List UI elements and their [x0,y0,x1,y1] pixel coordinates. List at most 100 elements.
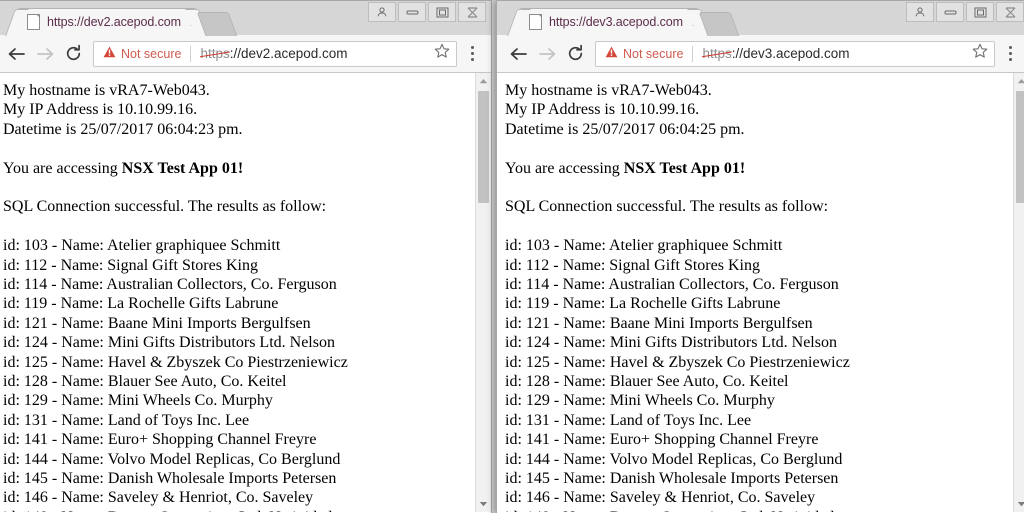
ip-line: My IP Address is 10.10.99.16. [505,101,700,119]
record-row: id: 119 - Name: La Rochelle Gifts Labrun… [3,295,279,313]
restore-maximize-button[interactable] [428,2,456,22]
profile-icon-button[interactable] [906,2,934,22]
record-row: id: 145 - Name: Danish Wholesale Imports… [505,470,839,488]
address-bar-right[interactable]: Not secure https://dev3.acepod.com [595,40,995,67]
kebab-dot [1008,52,1012,55]
record-row: id: 148 - Name: Dragon Souveniers, Ltd. … [505,508,1013,512]
record-row: id: 141 - Name: Euro+ Shopping Channel F… [505,431,819,449]
record-row: id: 103 - Name: Atelier graphiquee Schmi… [3,237,281,255]
page-content-right: My hostname is vRA7-Web043. My IP Addres… [497,73,1013,512]
close-button[interactable] [996,2,1024,22]
tab-strip-right: https://dev3.acepod.com ✕ [497,1,1024,36]
scrollbar-thumb[interactable] [478,91,489,203]
record-list-left: id: 103 - Name: Atelier graphiquee Schmi… [3,236,475,512]
bookmark-star-icon[interactable] [434,43,450,64]
url-host: ://dev2.acepod.com [229,46,348,61]
browser-window-right[interactable]: https://dev3.acepod.com ✕ Not secure htt… [496,0,1024,513]
vertical-scrollbar-right[interactable] [1013,73,1024,512]
page-document-icon [529,14,542,30]
back-button[interactable] [3,40,31,68]
close-button[interactable] [458,2,486,22]
browser-window-left[interactable]: https://dev2.acepod.com ✕ Not secure htt… [0,0,492,513]
scroll-up-arrow-icon[interactable] [476,73,491,89]
bookmark-star-icon[interactable] [972,43,988,64]
record-row: id: 131 - Name: Land of Toys Inc. Lee [3,411,250,429]
minimize-button[interactable] [936,2,964,22]
scroll-up-arrow-icon[interactable] [1014,73,1024,89]
accessing-prefix: You are accessing [3,159,122,177]
not-secure-label: Not secure [623,46,684,61]
scroll-down-arrow-icon[interactable] [1014,496,1024,512]
profile-icon-button[interactable] [368,2,396,22]
record-row: id: 124 - Name: Mini Gifts Distributors … [505,334,837,352]
tab-title: https://dev2.acepod.com [47,15,181,29]
record-row: id: 144 - Name: Volvo Model Replicas, Co… [505,450,843,468]
record-row: id: 125 - Name: Havel & Zbyszek Co Piest… [3,353,348,371]
forward-button[interactable] [31,40,59,68]
record-row: id: 114 - Name: Australian Collectors, C… [3,276,337,294]
hostname-line: My hostname is vRA7-Web043. [505,82,712,99]
tab-strip-left: https://dev2.acepod.com ✕ [0,1,491,36]
sql-status-line: SQL Connection successful. The results a… [505,198,829,216]
ip-line: My IP Address is 10.10.99.16. [3,101,198,119]
reload-button[interactable] [561,40,589,68]
minimize-button[interactable] [398,2,426,22]
omnibox-divider [692,45,694,62]
record-row: id: 112 - Name: Signal Gift Stores King [3,256,258,274]
kebab-dot [1008,46,1012,49]
record-row: id: 129 - Name: Mini Wheels Co. Murphy [505,392,775,410]
accessing-line: You are accessing NSX Test App 01! [3,159,475,178]
page-viewport-right: My hostname is vRA7-Web043. My IP Addres… [497,73,1024,512]
scroll-down-arrow-icon[interactable] [476,496,491,512]
url-text: https://dev2.acepod.com [200,46,428,61]
url-scheme: https [200,46,230,61]
reload-button[interactable] [59,40,87,68]
url-host: ://dev3.acepod.com [731,46,850,61]
page-viewport-left: My hostname is vRA7-Web043. My IP Addres… [0,73,491,512]
forward-button[interactable] [533,40,561,68]
warning-triangle-icon [103,46,116,61]
window-controls-right [906,2,1024,22]
accessing-line: You are accessing NSX Test App 01! [505,159,1013,178]
record-row: id: 119 - Name: La Rochelle Gifts Labrun… [505,295,781,313]
tab-dev2[interactable]: https://dev2.acepod.com ✕ [17,8,200,35]
record-row: id: 125 - Name: Havel & Zbyszek Co Piest… [505,353,850,371]
omnibox-divider [190,45,192,62]
record-row: id: 146 - Name: Saveley & Henriot, Co. S… [3,489,314,507]
record-row: id: 103 - Name: Atelier graphiquee Schmi… [505,237,783,255]
datetime-line: Datetime is 25/07/2017 06:04:23 pm. [3,120,243,138]
record-row: id: 129 - Name: Mini Wheels Co. Murphy [3,392,273,410]
chrome-menu-button[interactable] [461,40,483,68]
scrollbar-thumb[interactable] [1016,91,1024,203]
not-secure-indicator[interactable]: Not secure [103,46,181,61]
warning-triangle-icon [605,46,618,61]
record-list-right: id: 103 - Name: Atelier graphiquee Schmi… [505,236,1013,512]
address-bar-left[interactable]: Not secure https://dev2.acepod.com [93,40,457,67]
tab-title: https://dev3.acepod.com [549,15,683,29]
kebab-dot [470,46,474,49]
record-row: id: 128 - Name: Blauer See Auto, Co. Kei… [505,373,789,391]
kebab-dot [470,58,474,61]
vertical-scrollbar-left[interactable] [475,73,491,512]
tab-dev3[interactable]: https://dev3.acepod.com ✕ [519,8,702,35]
accessing-prefix: You are accessing [505,159,624,177]
toolbar-left: Not secure https://dev2.acepod.com [0,35,491,73]
record-row: id: 145 - Name: Danish Wholesale Imports… [3,470,337,488]
back-button[interactable] [505,40,533,68]
app-name: NSX Test App 01! [121,159,244,177]
record-row: id: 141 - Name: Euro+ Shopping Channel F… [3,431,317,449]
restore-maximize-button[interactable] [966,2,994,22]
kebab-dot [1008,58,1012,61]
record-row: id: 124 - Name: Mini Gifts Distributors … [3,334,335,352]
record-row: id: 112 - Name: Signal Gift Stores King [505,256,760,274]
not-secure-indicator[interactable]: Not secure [605,46,683,61]
datetime-line: Datetime is 25/07/2017 06:04:25 pm. [505,120,745,138]
record-row: id: 128 - Name: Blauer See Auto, Co. Kei… [3,373,287,391]
app-name: NSX Test App 01! [623,159,746,177]
chrome-menu-button[interactable] [999,40,1021,68]
url-text: https://dev3.acepod.com [702,46,966,61]
